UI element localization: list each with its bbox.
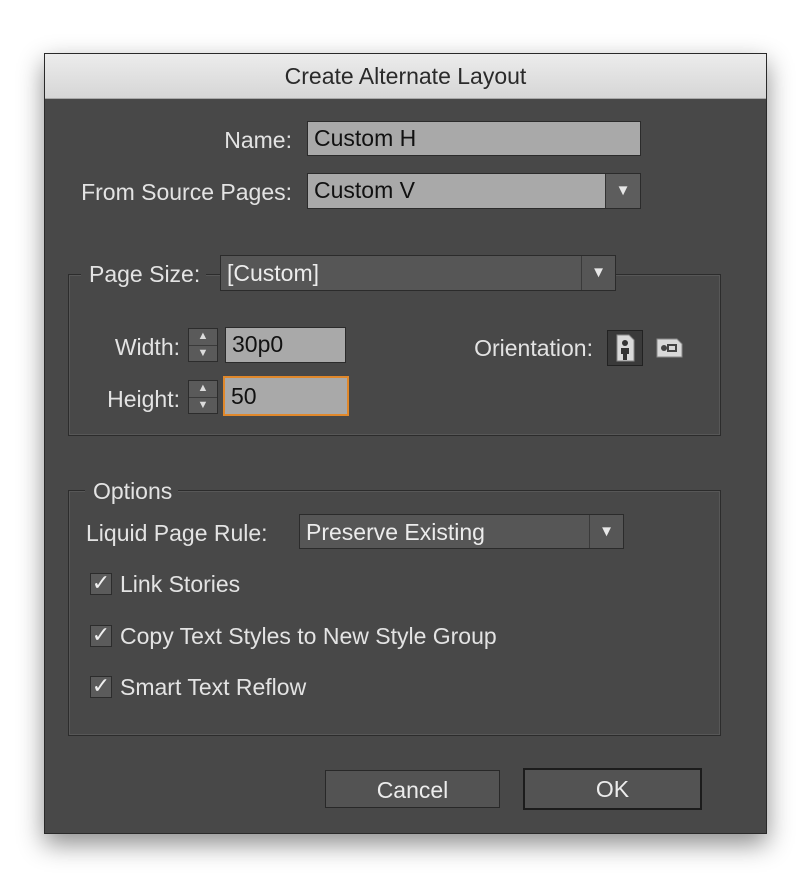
copy-text-styles-checkbox[interactable]: ✓ [90,622,112,647]
checkmark-icon: ✓ [91,673,111,698]
create-alternate-layout-dialog: Create Alternate Layout Name: Custom H F… [44,53,767,834]
name-field[interactable]: Custom H [307,121,641,156]
chevron-down-icon: ▼ [581,256,615,290]
source-pages-dropdown[interactable]: Custom V ▼ [307,173,641,209]
increment-icon[interactable]: ▲ [189,381,217,398]
page-size-label: Page Size: [81,259,207,289]
smart-text-reflow-checkbox[interactable]: ✓ [90,673,112,698]
ok-button[interactable]: OK [523,768,702,810]
source-pages-value: Custom V [314,177,415,203]
liquid-page-rule-dropdown[interactable]: Preserve Existing ▼ [299,514,624,549]
width-field[interactable]: 30p0 [225,327,346,363]
name-label: Name: [224,127,292,153]
checkmark-icon: ✓ [91,570,111,595]
decrement-icon[interactable]: ▼ [189,346,217,362]
chevron-down-icon: ▼ [589,515,623,548]
height-label: Height: [107,386,180,412]
landscape-orientation-button[interactable] [652,330,688,366]
height-stepper[interactable]: ▲ ▼ [188,380,218,414]
landscape-icon [656,338,683,358]
width-label: Width: [114,334,180,360]
checkmark-icon: ✓ [91,622,111,647]
link-stories-checkbox[interactable]: ✓ [90,570,112,595]
portrait-icon [616,334,635,362]
page-size-dropdown[interactable]: [Custom] ▼ [220,255,616,291]
liquid-page-rule-label: Liquid Page Rule: [86,520,268,546]
orientation-label: Orientation: [474,335,593,361]
height-field[interactable]: 50 [223,376,349,416]
increment-icon[interactable]: ▲ [189,329,217,346]
width-stepper[interactable]: ▲ ▼ [188,328,218,362]
link-stories-label: Link Stories [120,571,241,597]
options-legend: Options [85,476,179,506]
copy-text-styles-label: Copy Text Styles to New Style Group [120,623,497,649]
source-pages-label: From Source Pages: [81,179,292,205]
page-size-value: [Custom] [227,260,320,286]
smart-text-reflow-label: Smart Text Reflow [120,674,307,700]
cancel-button[interactable]: Cancel [325,770,500,808]
decrement-icon[interactable]: ▼ [189,398,217,414]
chevron-down-icon: ▼ [605,174,640,208]
liquid-page-rule-value: Preserve Existing [306,519,485,545]
dialog-title: Create Alternate Layout [45,54,766,99]
portrait-orientation-button[interactable] [607,330,643,366]
